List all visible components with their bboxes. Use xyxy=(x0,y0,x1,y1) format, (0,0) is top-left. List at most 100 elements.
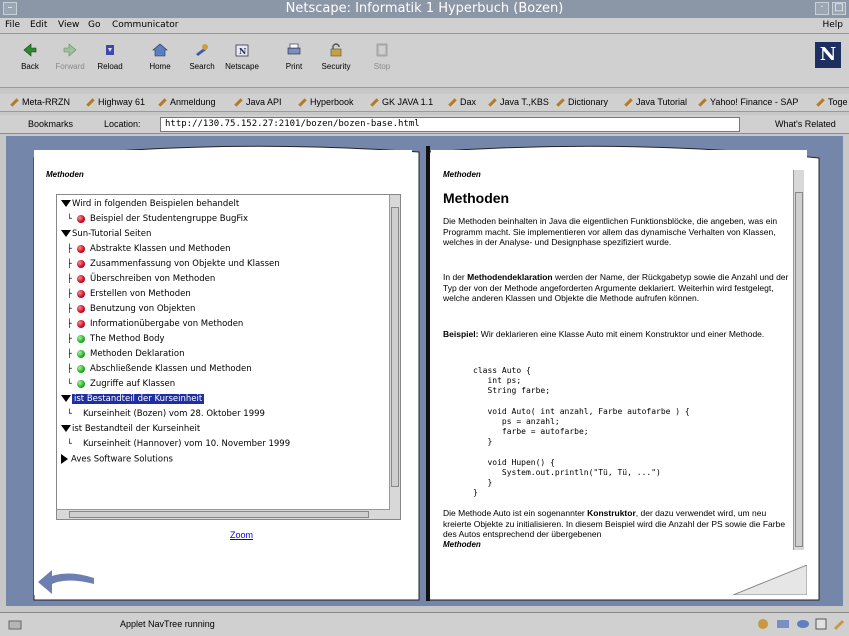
minimize-button[interactable]: · xyxy=(815,2,829,15)
netscape-logo[interactable]: N xyxy=(815,42,841,68)
discussion-component-icon[interactable] xyxy=(796,618,810,630)
expanded-triangle-icon xyxy=(61,200,71,207)
security-button[interactable]: Security xyxy=(316,42,356,84)
back-page-arrow-icon[interactable] xyxy=(34,560,114,595)
netscape-icon: N xyxy=(235,44,249,57)
pen-icon xyxy=(370,98,379,107)
menu-view[interactable]: View xyxy=(58,20,79,30)
page-corner-icon[interactable] xyxy=(733,565,807,595)
red-dot-icon xyxy=(77,289,85,298)
scrollbar-thumb[interactable] xyxy=(391,207,399,487)
left-page-header: Methoden xyxy=(46,170,84,179)
content-vertical-scrollbar[interactable] xyxy=(793,170,804,550)
tree-folder-selected[interactable]: ist Bestandteil der Kurseinheit xyxy=(61,394,205,408)
back-button[interactable]: Back xyxy=(10,42,50,84)
right-page-header: Methoden xyxy=(443,170,481,179)
red-dot-icon xyxy=(77,304,85,313)
scrollbar-thumb[interactable] xyxy=(69,511,369,518)
expanded-triangle-icon xyxy=(61,395,71,402)
paragraph-intro: Die Methoden beinhalten in Java die eige… xyxy=(443,216,778,247)
menu-file[interactable]: File xyxy=(5,20,20,30)
expanded-triangle-icon xyxy=(61,230,71,237)
scrollbar-thumb[interactable] xyxy=(795,192,803,547)
tree-item[interactable]: └ Beispiel der Studentengruppe BugFix xyxy=(67,214,248,228)
green-dot-icon xyxy=(77,379,85,388)
tree-item[interactable]: └ Kurseinheit (Hannover) vom 10. November… xyxy=(67,439,290,453)
zoom-link[interactable]: Zoom xyxy=(230,530,253,540)
tree-item[interactable]: ├ The Method Body xyxy=(67,334,165,348)
tree-item[interactable]: ├ Informationübergabe von Methoden xyxy=(67,319,243,333)
book-spine xyxy=(426,146,430,601)
menu-communicator[interactable]: Communicator xyxy=(112,20,178,30)
tree-item[interactable]: ├ Methoden Deklaration xyxy=(67,349,184,363)
left-page: Methoden Wird in folgenden Beispielen be… xyxy=(34,150,412,595)
tree-item[interactable]: ├ Überschreiben von Methoden xyxy=(67,274,215,288)
url-input[interactable]: http://130.75.152.27:2101/bozen/bozen-ba… xyxy=(160,117,740,132)
composer-component-icon[interactable] xyxy=(814,618,828,630)
bookmark-dictionary[interactable]: Dictionary xyxy=(556,97,608,107)
whats-related-button[interactable]: What's Related xyxy=(775,119,836,129)
search-icon xyxy=(196,44,208,56)
tree-item[interactable]: ├ Erstellen von Methoden xyxy=(67,289,191,303)
location-label: Location: xyxy=(104,119,141,129)
status-bar: Applet NavTree running xyxy=(0,612,849,636)
menu-help[interactable]: Help xyxy=(822,20,843,30)
navigation-toolbar: Back Forward Reload Home Search N Netsca… xyxy=(0,34,849,88)
paragraph-declaration: In der Methodendeklaration werden der Na… xyxy=(443,272,789,303)
reload-label: Reload xyxy=(97,62,123,71)
pen-icon xyxy=(448,98,457,107)
forward-label: Forward xyxy=(55,62,85,71)
bookmark-dax[interactable]: Dax xyxy=(448,97,476,107)
edit-component-icon[interactable] xyxy=(832,618,846,630)
security-label: Security xyxy=(321,62,351,71)
paragraph-example: Beispiel: Wir deklarieren eine Klasse Au… xyxy=(443,329,765,339)
tree-item[interactable]: ├ Abstrakte Klassen und Methoden xyxy=(67,244,231,258)
bookmark-toge[interactable]: Toge xyxy=(816,97,848,107)
maximize-button[interactable]: □ xyxy=(832,2,846,15)
tree-folder[interactable]: ist Bestandteil der Kurseinheit xyxy=(61,424,200,438)
tree-item[interactable]: └ Zugriffe auf Klassen xyxy=(67,379,175,393)
bookmark-hyperbook[interactable]: Hyperbook xyxy=(298,97,354,107)
right-page: Methoden Methoden Die Methoden beinhalte… xyxy=(431,150,807,595)
bookmarks-button[interactable]: Bookmarks xyxy=(28,119,73,129)
tree-vertical-scrollbar[interactable] xyxy=(389,195,400,519)
forward-button[interactable]: Forward xyxy=(50,42,90,84)
bookmark-java-kbs[interactable]: Java T.,KBS xyxy=(488,97,549,107)
netscape-button[interactable]: N Netscape xyxy=(222,42,262,84)
navigator-component-icon[interactable] xyxy=(756,618,770,630)
tree-folder[interactable]: Sun-Tutorial Seiten xyxy=(61,229,151,243)
security-status-icon[interactable] xyxy=(8,618,22,630)
tree-horizontal-scrollbar[interactable] xyxy=(57,509,390,519)
bookmark-gk-java[interactable]: GK JAVA 1.1 xyxy=(370,97,433,107)
tree-item[interactable]: ├ Zusammenfassung von Objekte und Klassen xyxy=(67,259,280,273)
pen-icon xyxy=(298,98,307,107)
tree-folder[interactable]: Wird in folgenden Beispielen behandelt xyxy=(61,199,239,213)
bookmark-meta-rrzn[interactable]: Meta-RRZN xyxy=(10,97,70,107)
page-title: Methoden xyxy=(443,190,510,206)
bookmark-yahoo-finance[interactable]: Yahoo! Finance - SAP xyxy=(698,97,798,107)
print-button[interactable]: Print xyxy=(274,42,314,84)
bookmark-java-api[interactable]: Java API xyxy=(234,97,282,107)
window-title: Netscape: Informatik 1 Hyperbuch (Bozen) xyxy=(285,1,564,16)
title-bar[interactable]: – Netscape: Informatik 1 Hyperbuch (Boze… xyxy=(0,0,849,18)
back-label: Back xyxy=(21,62,39,71)
bookmark-java-tutorial[interactable]: Java Tutorial xyxy=(624,97,687,107)
stop-button[interactable]: Stop xyxy=(362,42,402,84)
search-button[interactable]: Search xyxy=(182,42,222,84)
nav-tree[interactable]: Wird in folgenden Beispielen behandelt └… xyxy=(56,194,401,520)
mail-component-icon[interactable] xyxy=(776,618,790,630)
home-button[interactable]: Home xyxy=(140,42,180,84)
tree-item[interactable]: └ Kurseinheit (Bozen) vom 28. Oktober 199… xyxy=(67,409,265,423)
reload-button[interactable]: Reload xyxy=(90,42,130,84)
tree-item[interactable]: ├ Benutzung von Objekten xyxy=(67,304,195,318)
netscape-label: Netscape xyxy=(225,62,259,71)
tree-folder-collapsed[interactable]: Aves Software Solutions xyxy=(61,454,173,468)
pen-icon xyxy=(234,98,243,107)
menu-edit[interactable]: Edit xyxy=(30,20,47,30)
right-page-footer: Methoden xyxy=(443,540,481,549)
pen-icon xyxy=(86,98,95,107)
bookmark-anmeldung[interactable]: Anmeldung xyxy=(158,97,216,107)
tree-item[interactable]: ├ Abschließende Klassen und Methoden xyxy=(67,364,252,378)
bookmark-highway-61[interactable]: Highway 61 xyxy=(86,97,145,107)
menu-go[interactable]: Go xyxy=(88,20,100,30)
